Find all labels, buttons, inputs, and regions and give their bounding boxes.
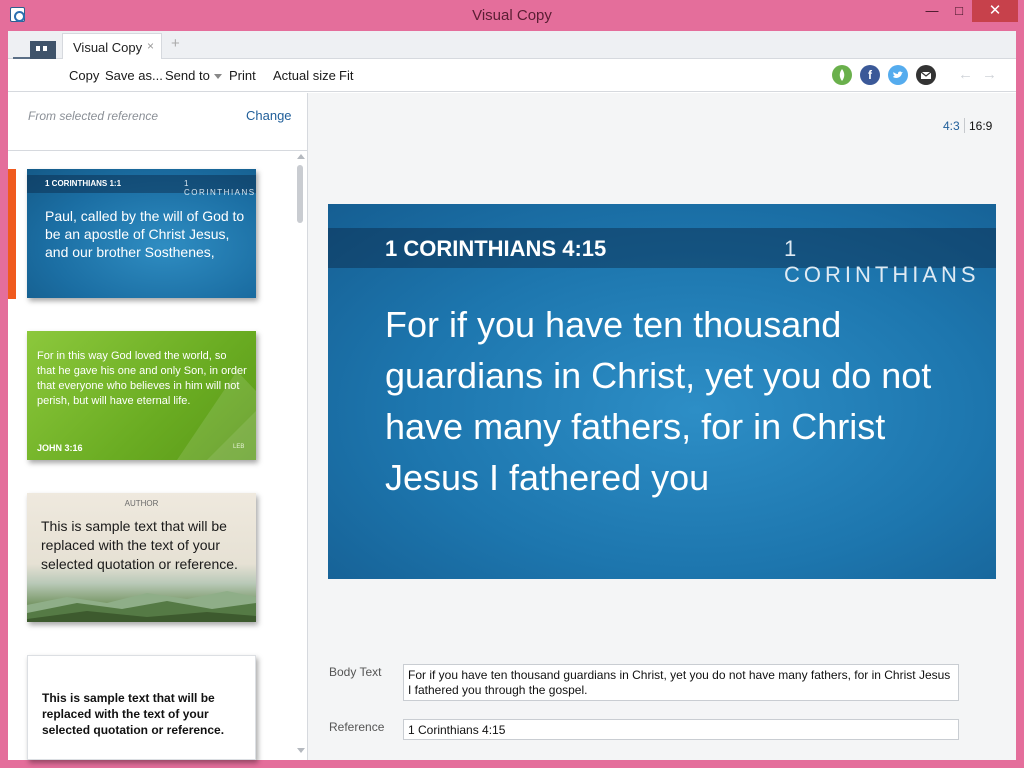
change-link[interactable]: Change xyxy=(246,108,292,123)
window-title: Visual Copy xyxy=(472,7,552,24)
template-list-scrollbar[interactable] xyxy=(295,151,307,760)
thumbnail-author: AUTHOR xyxy=(124,499,159,508)
thumbnail-text: This is sample text that will be replace… xyxy=(41,518,238,572)
template-thumbnail-2[interactable]: For in this way God loved the world, so … xyxy=(27,331,256,460)
template-thumbnail-1[interactable]: 1 CORINTHIANS 1:1 1 CORINTHIANS Paul, ca… xyxy=(27,169,256,298)
tab-close-icon[interactable]: × xyxy=(147,39,154,53)
thumbnail-text: Paul, called by the will of God to be an… xyxy=(45,208,245,260)
minimize-button[interactable]: — xyxy=(918,0,946,22)
template-list-panel: From selected reference Change 1 CORINTH… xyxy=(8,93,308,760)
thumbnail-reference: JOHN 3:16 xyxy=(37,443,83,453)
template-thumbnail-3[interactable]: AUTHOR This is sample text that will be … xyxy=(27,493,256,622)
thumbnail-reference: 1 CORINTHIANS 1:1 xyxy=(45,179,122,188)
reference-field[interactable]: 1 Corinthians 4:15 xyxy=(403,719,959,740)
preview-panel: 4:3 16:9 1 CORINTHIANS 4:15 1 CORINTHIAN… xyxy=(308,93,1016,760)
scroll-down-icon[interactable] xyxy=(297,748,305,753)
twitter-icon[interactable] xyxy=(888,65,908,85)
fit-button[interactable]: Fit xyxy=(339,68,353,83)
thumbnail-text: For in this way God loved the world, so … xyxy=(37,350,247,407)
from-selected-reference-label: From selected reference xyxy=(28,109,159,123)
aspect-ratio-4-3[interactable]: 4:3 xyxy=(943,119,960,133)
mountain-landscape-icon xyxy=(27,591,256,622)
preview-reference: 1 CORINTHIANS 4:15 xyxy=(385,236,607,261)
thumbnail-book: 1 CORINTHIANS xyxy=(184,179,256,197)
aspect-ratio-16-9[interactable]: 16:9 xyxy=(969,119,992,133)
back-arrow-icon[interactable]: ← xyxy=(958,66,973,83)
scroll-thumb[interactable] xyxy=(297,165,303,223)
print-button[interactable]: Print xyxy=(229,68,256,83)
reference-label: Reference xyxy=(329,720,385,734)
preview-text: For if you have ten thousand guardians i… xyxy=(385,304,932,498)
save-as-button[interactable]: Save as... xyxy=(105,68,163,83)
maximize-button[interactable]: □ xyxy=(946,0,972,22)
send-to-button[interactable]: Send to xyxy=(165,68,222,83)
title-bar[interactable]: Visual Copy — □ ✕ xyxy=(0,0,1024,31)
chevron-down-icon xyxy=(213,74,222,80)
tab-label: Visual Copy xyxy=(73,40,143,55)
visual-preview-image: 1 CORINTHIANS 4:15 1 CORINTHIANS For if … xyxy=(328,204,996,579)
send-to-label: Send to xyxy=(165,68,210,83)
template-thumbnail-4[interactable]: This is sample text that will be replace… xyxy=(27,655,256,760)
faithlife-icon[interactable] xyxy=(832,65,852,85)
app-client: Visual Copy × + Copy Save as... Send to … xyxy=(8,31,1016,760)
app-window: Visual Copy — □ ✕ Visual Copy × + Copy S… xyxy=(0,0,1024,768)
email-icon[interactable] xyxy=(916,65,936,85)
close-button[interactable]: ✕ xyxy=(972,0,1018,22)
new-tab-button[interactable]: + xyxy=(171,35,180,52)
toolbar: Copy Save as... Send to Print Actual siz… xyxy=(8,59,1016,92)
body-text-label: Body Text xyxy=(329,665,382,679)
tab-bar: Visual Copy × + xyxy=(8,31,1016,60)
tab-visual-copy[interactable]: Visual Copy × xyxy=(62,33,162,60)
thumbnail-version: LEB xyxy=(233,444,245,450)
copy-button[interactable]: Copy xyxy=(69,68,99,83)
body-text-field[interactable]: For if you have ten thousand guardians i… xyxy=(403,664,959,701)
preview-book: 1 CORINTHIANS xyxy=(784,236,980,287)
selection-indicator xyxy=(8,169,16,299)
scroll-up-icon[interactable] xyxy=(297,154,305,159)
facebook-icon[interactable]: f xyxy=(860,65,880,85)
forward-arrow-icon[interactable]: → xyxy=(982,66,997,83)
ratio-divider xyxy=(964,118,965,133)
thumbnail-text: This is sample text that will be replace… xyxy=(42,691,225,737)
actual-size-button[interactable]: Actual size xyxy=(273,68,336,83)
divider xyxy=(8,150,307,151)
